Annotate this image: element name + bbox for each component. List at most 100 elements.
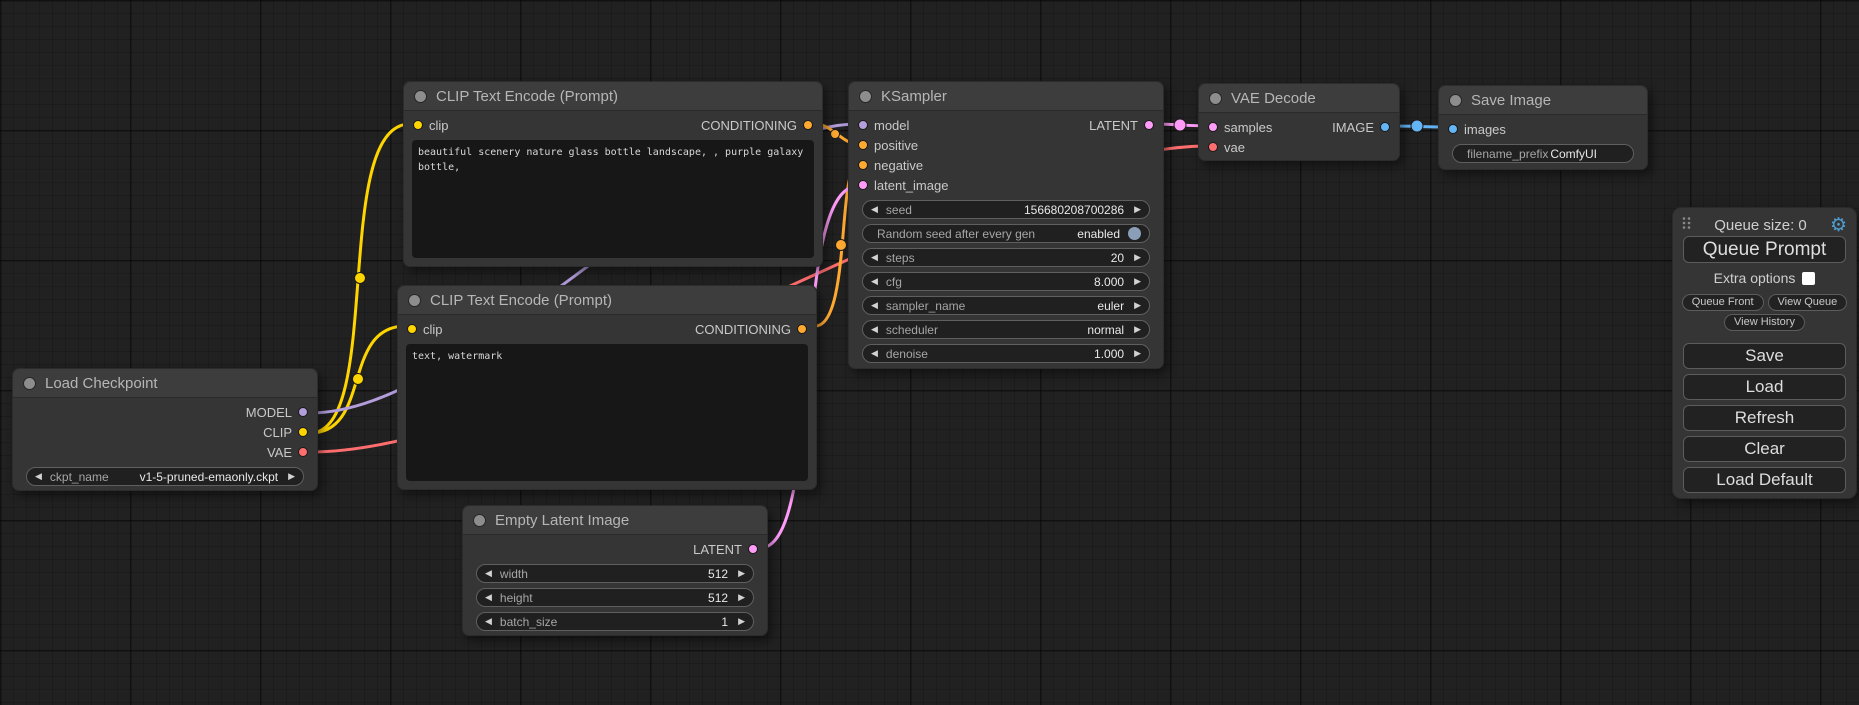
increment-arrow-icon[interactable]: ▶ [1134, 277, 1141, 286]
decrement-arrow-icon[interactable]: ◀ [35, 472, 42, 481]
decrement-arrow-icon[interactable]: ◀ [485, 569, 492, 578]
input-slot-model[interactable]: model [858, 118, 909, 133]
filename-prefix-widget[interactable]: filename_prefix ComfyUI [1452, 144, 1634, 163]
node-empty-latent-image[interactable]: Empty Latent Image LATENT ◀ width 512 ▶ … [462, 505, 768, 636]
model-input-dot[interactable] [858, 120, 868, 130]
image-output-dot[interactable] [1380, 122, 1390, 132]
drag-handle-icon[interactable] [1682, 216, 1691, 235]
width-widget[interactable]: ◀ width 512 ▶ [476, 564, 754, 583]
view-queue-button[interactable]: View Queue [1768, 294, 1848, 311]
toggle-dot-icon[interactable] [1128, 227, 1141, 240]
batch-size-widget[interactable]: ◀ batch_size 1 ▶ [476, 612, 754, 631]
images-input-dot[interactable] [1448, 124, 1458, 134]
clip-input-dot[interactable] [413, 120, 423, 130]
clip-output-dot[interactable] [298, 427, 308, 437]
output-slot-clip[interactable]: CLIP [263, 425, 308, 440]
node-clip-text-encode-positive[interactable]: CLIP Text Encode (Prompt) clip CONDITION… [403, 81, 823, 267]
view-history-button[interactable]: View History [1724, 314, 1805, 331]
node-header[interactable]: Empty Latent Image [463, 506, 767, 535]
clip-input-dot[interactable] [407, 324, 417, 334]
model-output-dot[interactable] [298, 407, 308, 417]
decrement-arrow-icon[interactable]: ◀ [871, 205, 878, 214]
output-slot-latent[interactable]: LATENT [1089, 118, 1154, 133]
increment-arrow-icon[interactable]: ▶ [1134, 205, 1141, 214]
node-vae-decode[interactable]: VAE Decode samples IMAGE vae [1198, 83, 1400, 161]
vae-output-dot[interactable] [298, 447, 308, 457]
node-header[interactable]: KSampler [849, 82, 1163, 111]
collapse-dot-icon[interactable] [1449, 94, 1462, 107]
increment-arrow-icon[interactable]: ▶ [1134, 349, 1141, 358]
refresh-button[interactable]: Refresh [1683, 405, 1846, 431]
positive-input-dot[interactable] [858, 140, 868, 150]
queue-panel[interactable]: Queue size: 0 ⚙ Queue Prompt Extra optio… [1672, 207, 1857, 499]
prompt-textarea[interactable]: beautiful scenery nature glass bottle la… [412, 140, 814, 258]
denoise-widget[interactable]: ◀ denoise 1.000 ▶ [862, 344, 1150, 363]
vae-input-dot[interactable] [1208, 142, 1218, 152]
input-slot-negative[interactable]: negative [858, 158, 923, 173]
load-default-button[interactable]: Load Default [1683, 467, 1846, 493]
increment-arrow-icon[interactable]: ▶ [738, 569, 745, 578]
collapse-dot-icon[interactable] [23, 377, 36, 390]
input-slot-latent-image[interactable]: latent_image [858, 178, 948, 193]
queue-front-button[interactable]: Queue Front [1682, 294, 1764, 311]
node-header[interactable]: Save Image [1439, 86, 1647, 115]
conditioning-output-dot[interactable] [803, 120, 813, 130]
node-header[interactable]: CLIP Text Encode (Prompt) [398, 286, 816, 315]
latent-image-input-dot[interactable] [858, 180, 868, 190]
queue-prompt-button[interactable]: Queue Prompt [1683, 236, 1846, 263]
save-button[interactable]: Save [1683, 343, 1846, 369]
increment-arrow-icon[interactable]: ▶ [738, 593, 745, 602]
output-slot-latent[interactable]: LATENT [693, 542, 758, 557]
decrement-arrow-icon[interactable]: ◀ [871, 253, 878, 262]
conditioning-output-dot[interactable] [797, 324, 807, 334]
input-slot-images[interactable]: images [1448, 122, 1506, 137]
input-slot-clip[interactable]: clip [407, 322, 443, 337]
node-header[interactable]: CLIP Text Encode (Prompt) [404, 82, 822, 111]
decrement-arrow-icon[interactable]: ◀ [871, 349, 878, 358]
increment-arrow-icon[interactable]: ▶ [1134, 301, 1141, 310]
decrement-arrow-icon[interactable]: ◀ [871, 301, 878, 310]
comfyui-canvas[interactable]: { "colors": { "model": "#B39DDB", "clip"… [0, 0, 1859, 705]
output-slot-conditioning[interactable]: CONDITIONING [701, 118, 813, 133]
decrement-arrow-icon[interactable]: ◀ [871, 325, 878, 334]
increment-arrow-icon[interactable]: ▶ [1134, 325, 1141, 334]
output-slot-vae[interactable]: VAE [267, 445, 308, 460]
output-slot-model[interactable]: MODEL [246, 405, 308, 420]
node-clip-text-encode-negative[interactable]: CLIP Text Encode (Prompt) clip CONDITION… [397, 285, 817, 490]
collapse-dot-icon[interactable] [414, 90, 427, 103]
ckpt-name-widget[interactable]: ◀ ckpt_name v1-5-pruned-emaonly.ckpt ▶ [26, 467, 304, 486]
collapse-dot-icon[interactable] [473, 514, 486, 527]
increment-arrow-icon[interactable]: ▶ [738, 617, 745, 626]
input-slot-positive[interactable]: positive [858, 138, 918, 153]
prompt-textarea[interactable]: text, watermark [406, 344, 808, 481]
scheduler-widget[interactable]: ◀ scheduler normal ▶ [862, 320, 1150, 339]
node-header[interactable]: VAE Decode [1199, 84, 1399, 113]
node-load-checkpoint[interactable]: Load Checkpoint MODEL CLIP VAE ◀ ckpt_na… [12, 368, 318, 491]
output-slot-conditioning[interactable]: CONDITIONING [695, 322, 807, 337]
latent-output-dot[interactable] [1144, 120, 1154, 130]
collapse-dot-icon[interactable] [1209, 92, 1222, 105]
decrement-arrow-icon[interactable]: ◀ [485, 617, 492, 626]
input-slot-vae[interactable]: vae [1208, 140, 1245, 155]
collapse-dot-icon[interactable] [859, 90, 872, 103]
steps-widget[interactable]: ◀ steps 20 ▶ [862, 248, 1150, 267]
sampler-name-widget[interactable]: ◀ sampler_name euler ▶ [862, 296, 1150, 315]
negative-input-dot[interactable] [858, 160, 868, 170]
extra-options-checkbox[interactable] [1802, 272, 1815, 285]
increment-arrow-icon[interactable]: ▶ [288, 472, 295, 481]
input-slot-clip[interactable]: clip [413, 118, 449, 133]
output-slot-image[interactable]: IMAGE [1332, 120, 1390, 135]
decrement-arrow-icon[interactable]: ◀ [871, 277, 878, 286]
input-slot-samples[interactable]: samples [1208, 120, 1272, 135]
height-widget[interactable]: ◀ height 512 ▶ [476, 588, 754, 607]
node-header[interactable]: Load Checkpoint [13, 369, 317, 398]
node-ksampler[interactable]: KSampler model LATENT positive negative … [848, 81, 1164, 369]
load-button[interactable]: Load [1683, 374, 1846, 400]
clear-button[interactable]: Clear [1683, 436, 1846, 462]
random-seed-toggle-widget[interactable]: Random seed after every gen enabled [862, 224, 1150, 243]
seed-widget[interactable]: ◀ seed 156680208700286 ▶ [862, 200, 1150, 219]
latent-output-dot[interactable] [748, 544, 758, 554]
samples-input-dot[interactable] [1208, 122, 1218, 132]
increment-arrow-icon[interactable]: ▶ [1134, 253, 1141, 262]
cfg-widget[interactable]: ◀ cfg 8.000 ▶ [862, 272, 1150, 291]
